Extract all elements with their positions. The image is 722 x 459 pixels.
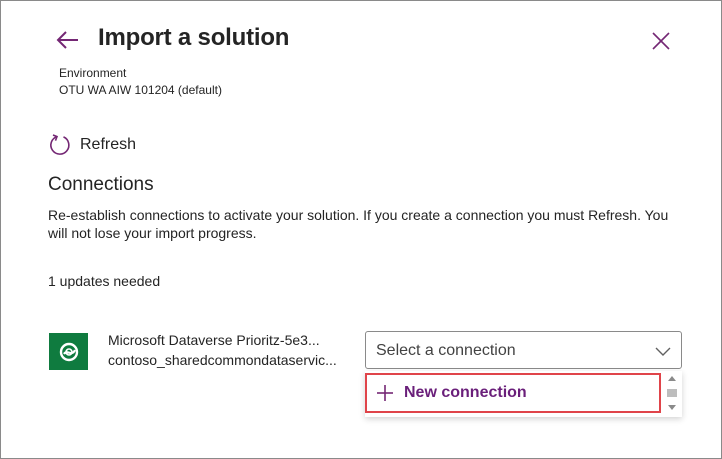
plus-icon bbox=[376, 384, 394, 402]
connection-name: Microsoft Dataverse Prioritz-5e3... bbox=[108, 332, 320, 348]
new-connection-label: New connection bbox=[404, 384, 527, 401]
connections-heading: Connections bbox=[48, 174, 154, 195]
import-solution-panel: Import a solution Environment OTU WA AIW… bbox=[0, 0, 722, 459]
dataverse-icon bbox=[49, 333, 88, 370]
dropdown-scrollbar[interactable] bbox=[665, 373, 679, 415]
refresh-label: Refresh bbox=[80, 136, 137, 153]
close-icon[interactable] bbox=[649, 29, 673, 53]
environment-label: Environment bbox=[59, 66, 127, 80]
new-connection-option[interactable]: New connection bbox=[365, 373, 661, 413]
refresh-icon bbox=[48, 133, 72, 157]
updates-needed-text: 1 updates needed bbox=[48, 273, 161, 289]
chevron-down-icon bbox=[655, 344, 671, 358]
connections-description: Re-establish connections to activate you… bbox=[48, 207, 669, 241]
back-arrow-icon[interactable] bbox=[54, 27, 82, 55]
connection-select-value: Select a connection bbox=[376, 342, 516, 359]
connection-subtitle: contoso_sharedcommondataservic... bbox=[108, 352, 337, 368]
refresh-button[interactable]: Refresh bbox=[48, 132, 136, 158]
page-title: Import a solution bbox=[98, 24, 290, 51]
connection-select[interactable]: Select a connection bbox=[365, 331, 682, 369]
environment-value: OTU WA AIW 101204 (default) bbox=[59, 83, 222, 97]
connection-dropdown-menu: New connection bbox=[365, 371, 682, 417]
